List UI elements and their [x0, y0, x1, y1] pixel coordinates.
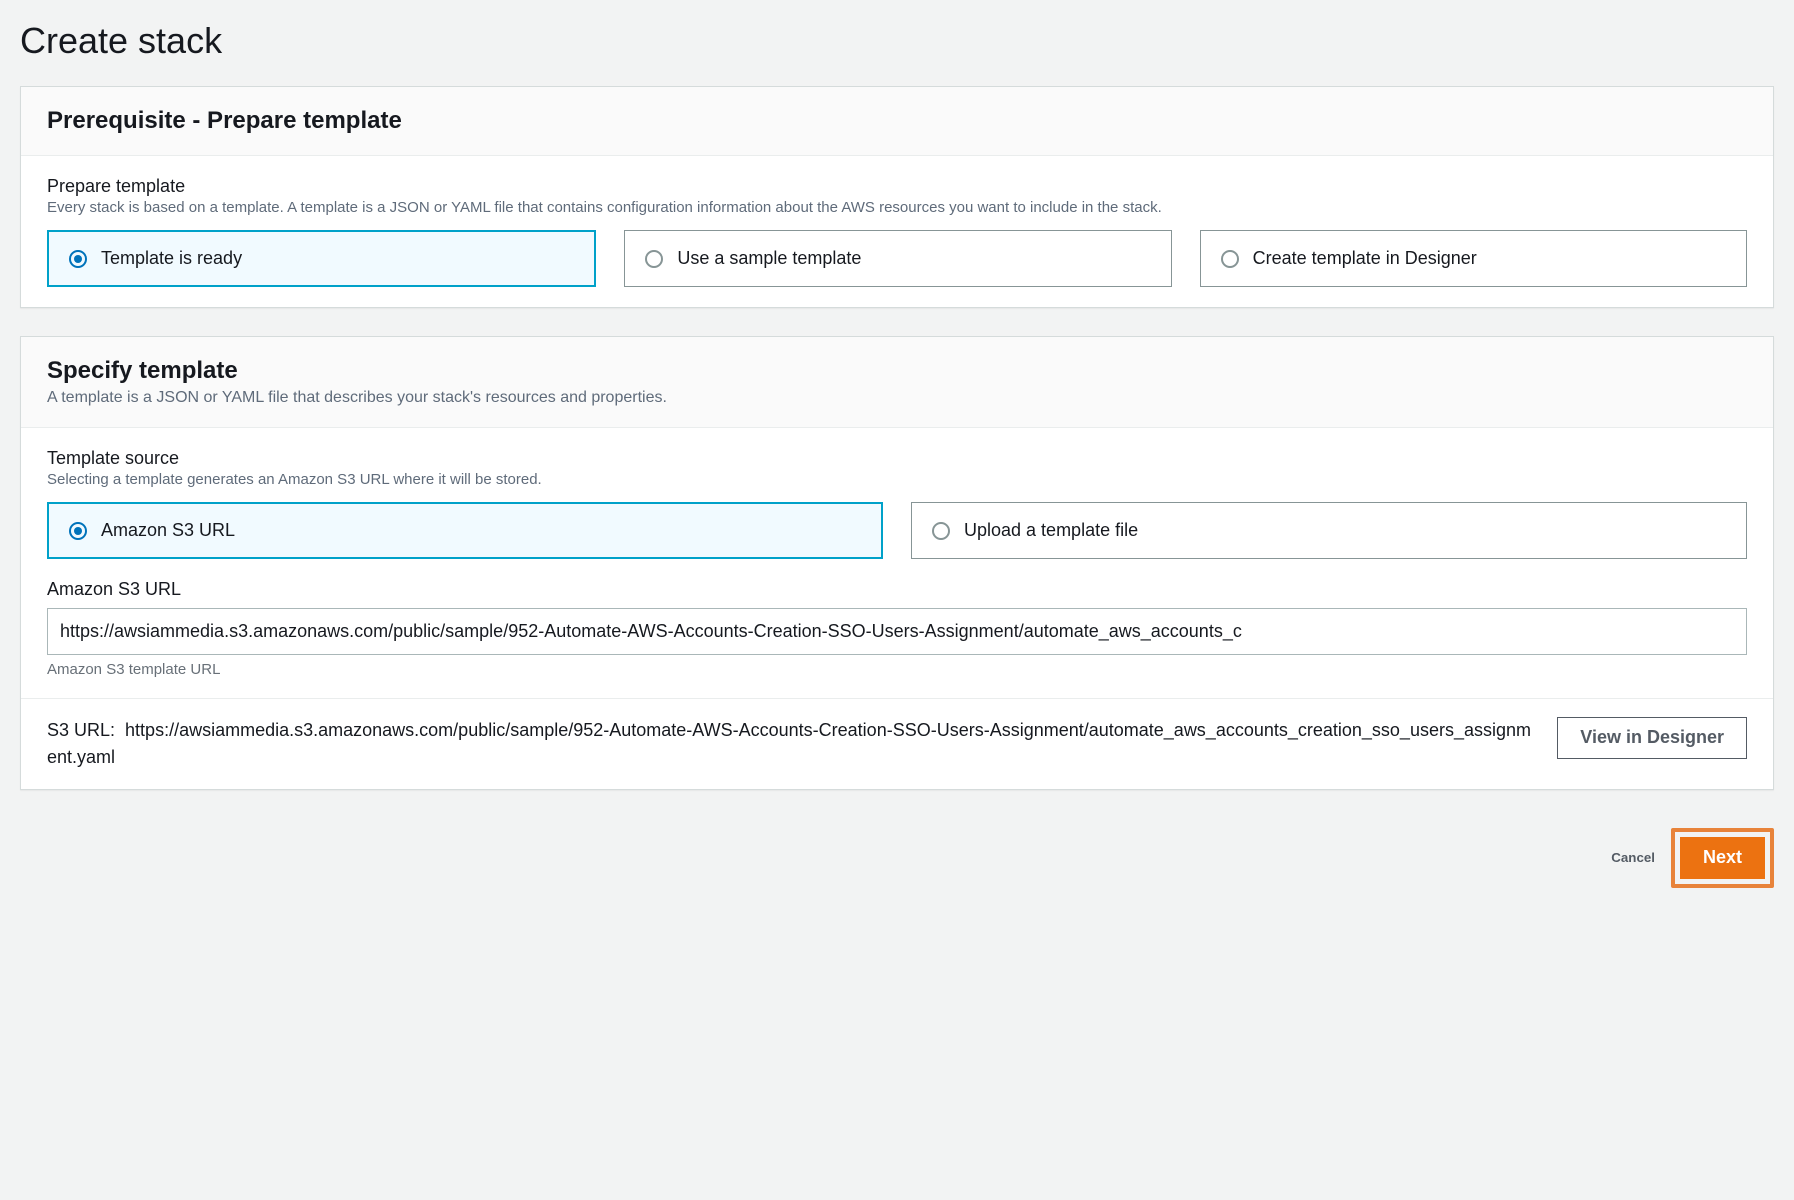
- specify-title: Specify template: [47, 357, 1747, 385]
- prerequisite-panel: Prerequisite - Prepare template Prepare …: [20, 86, 1774, 308]
- radio-icon: [645, 250, 663, 268]
- specify-body: Template source Selecting a template gen…: [21, 428, 1773, 698]
- page-actions: Cancel Next: [20, 818, 1774, 897]
- option-label: Template is ready: [101, 248, 242, 269]
- specify-template-panel: Specify template A template is a JSON or…: [20, 336, 1774, 790]
- option-sample-template[interactable]: Use a sample template: [624, 230, 1171, 287]
- prepare-template-options: Template is ready Use a sample template …: [47, 230, 1747, 287]
- s3-url-hint: Amazon S3 template URL: [47, 661, 1747, 678]
- s3-url-display: S3 URL: https://awsiammedia.s3.amazonaws…: [47, 717, 1537, 771]
- specify-subtitle: A template is a JSON or YAML file that d…: [47, 389, 1747, 407]
- specify-header: Specify template A template is a JSON or…: [21, 337, 1773, 428]
- prerequisite-header: Prerequisite - Prepare template: [21, 87, 1773, 156]
- s3-url-display-label: S3 URL:: [47, 720, 115, 740]
- s3-url-display-value: https://awsiammedia.s3.amazonaws.com/pub…: [47, 720, 1531, 767]
- view-in-designer-button[interactable]: View in Designer: [1557, 717, 1747, 758]
- option-label: Amazon S3 URL: [101, 520, 235, 541]
- cancel-button[interactable]: Cancel: [1611, 850, 1655, 865]
- option-upload-file[interactable]: Upload a template file: [911, 502, 1747, 559]
- radio-icon: [69, 250, 87, 268]
- radio-icon: [1221, 250, 1239, 268]
- s3-footer-row: S3 URL: https://awsiammedia.s3.amazonaws…: [21, 699, 1773, 789]
- prerequisite-body: Prepare template Every stack is based on…: [21, 156, 1773, 307]
- option-label: Create template in Designer: [1253, 248, 1477, 269]
- template-source-description: Selecting a template generates an Amazon…: [47, 471, 1747, 488]
- radio-icon: [932, 522, 950, 540]
- prepare-template-label: Prepare template: [47, 176, 1747, 197]
- option-s3-url[interactable]: Amazon S3 URL: [47, 502, 883, 559]
- template-source-options: Amazon S3 URL Upload a template file: [47, 502, 1747, 559]
- template-source-label: Template source: [47, 448, 1747, 469]
- option-template-ready[interactable]: Template is ready: [47, 230, 596, 287]
- prepare-template-description: Every stack is based on a template. A te…: [47, 199, 1747, 216]
- s3-url-label: Amazon S3 URL: [47, 579, 1747, 600]
- option-label: Upload a template file: [964, 520, 1138, 541]
- radio-icon: [69, 522, 87, 540]
- page-title: Create stack: [20, 20, 1774, 62]
- prerequisite-title: Prerequisite - Prepare template: [47, 107, 1747, 135]
- next-button-highlight: Next: [1671, 828, 1774, 887]
- s3-url-input[interactable]: [47, 608, 1747, 655]
- option-create-designer[interactable]: Create template in Designer: [1200, 230, 1747, 287]
- option-label: Use a sample template: [677, 248, 861, 269]
- next-button[interactable]: Next: [1680, 837, 1765, 878]
